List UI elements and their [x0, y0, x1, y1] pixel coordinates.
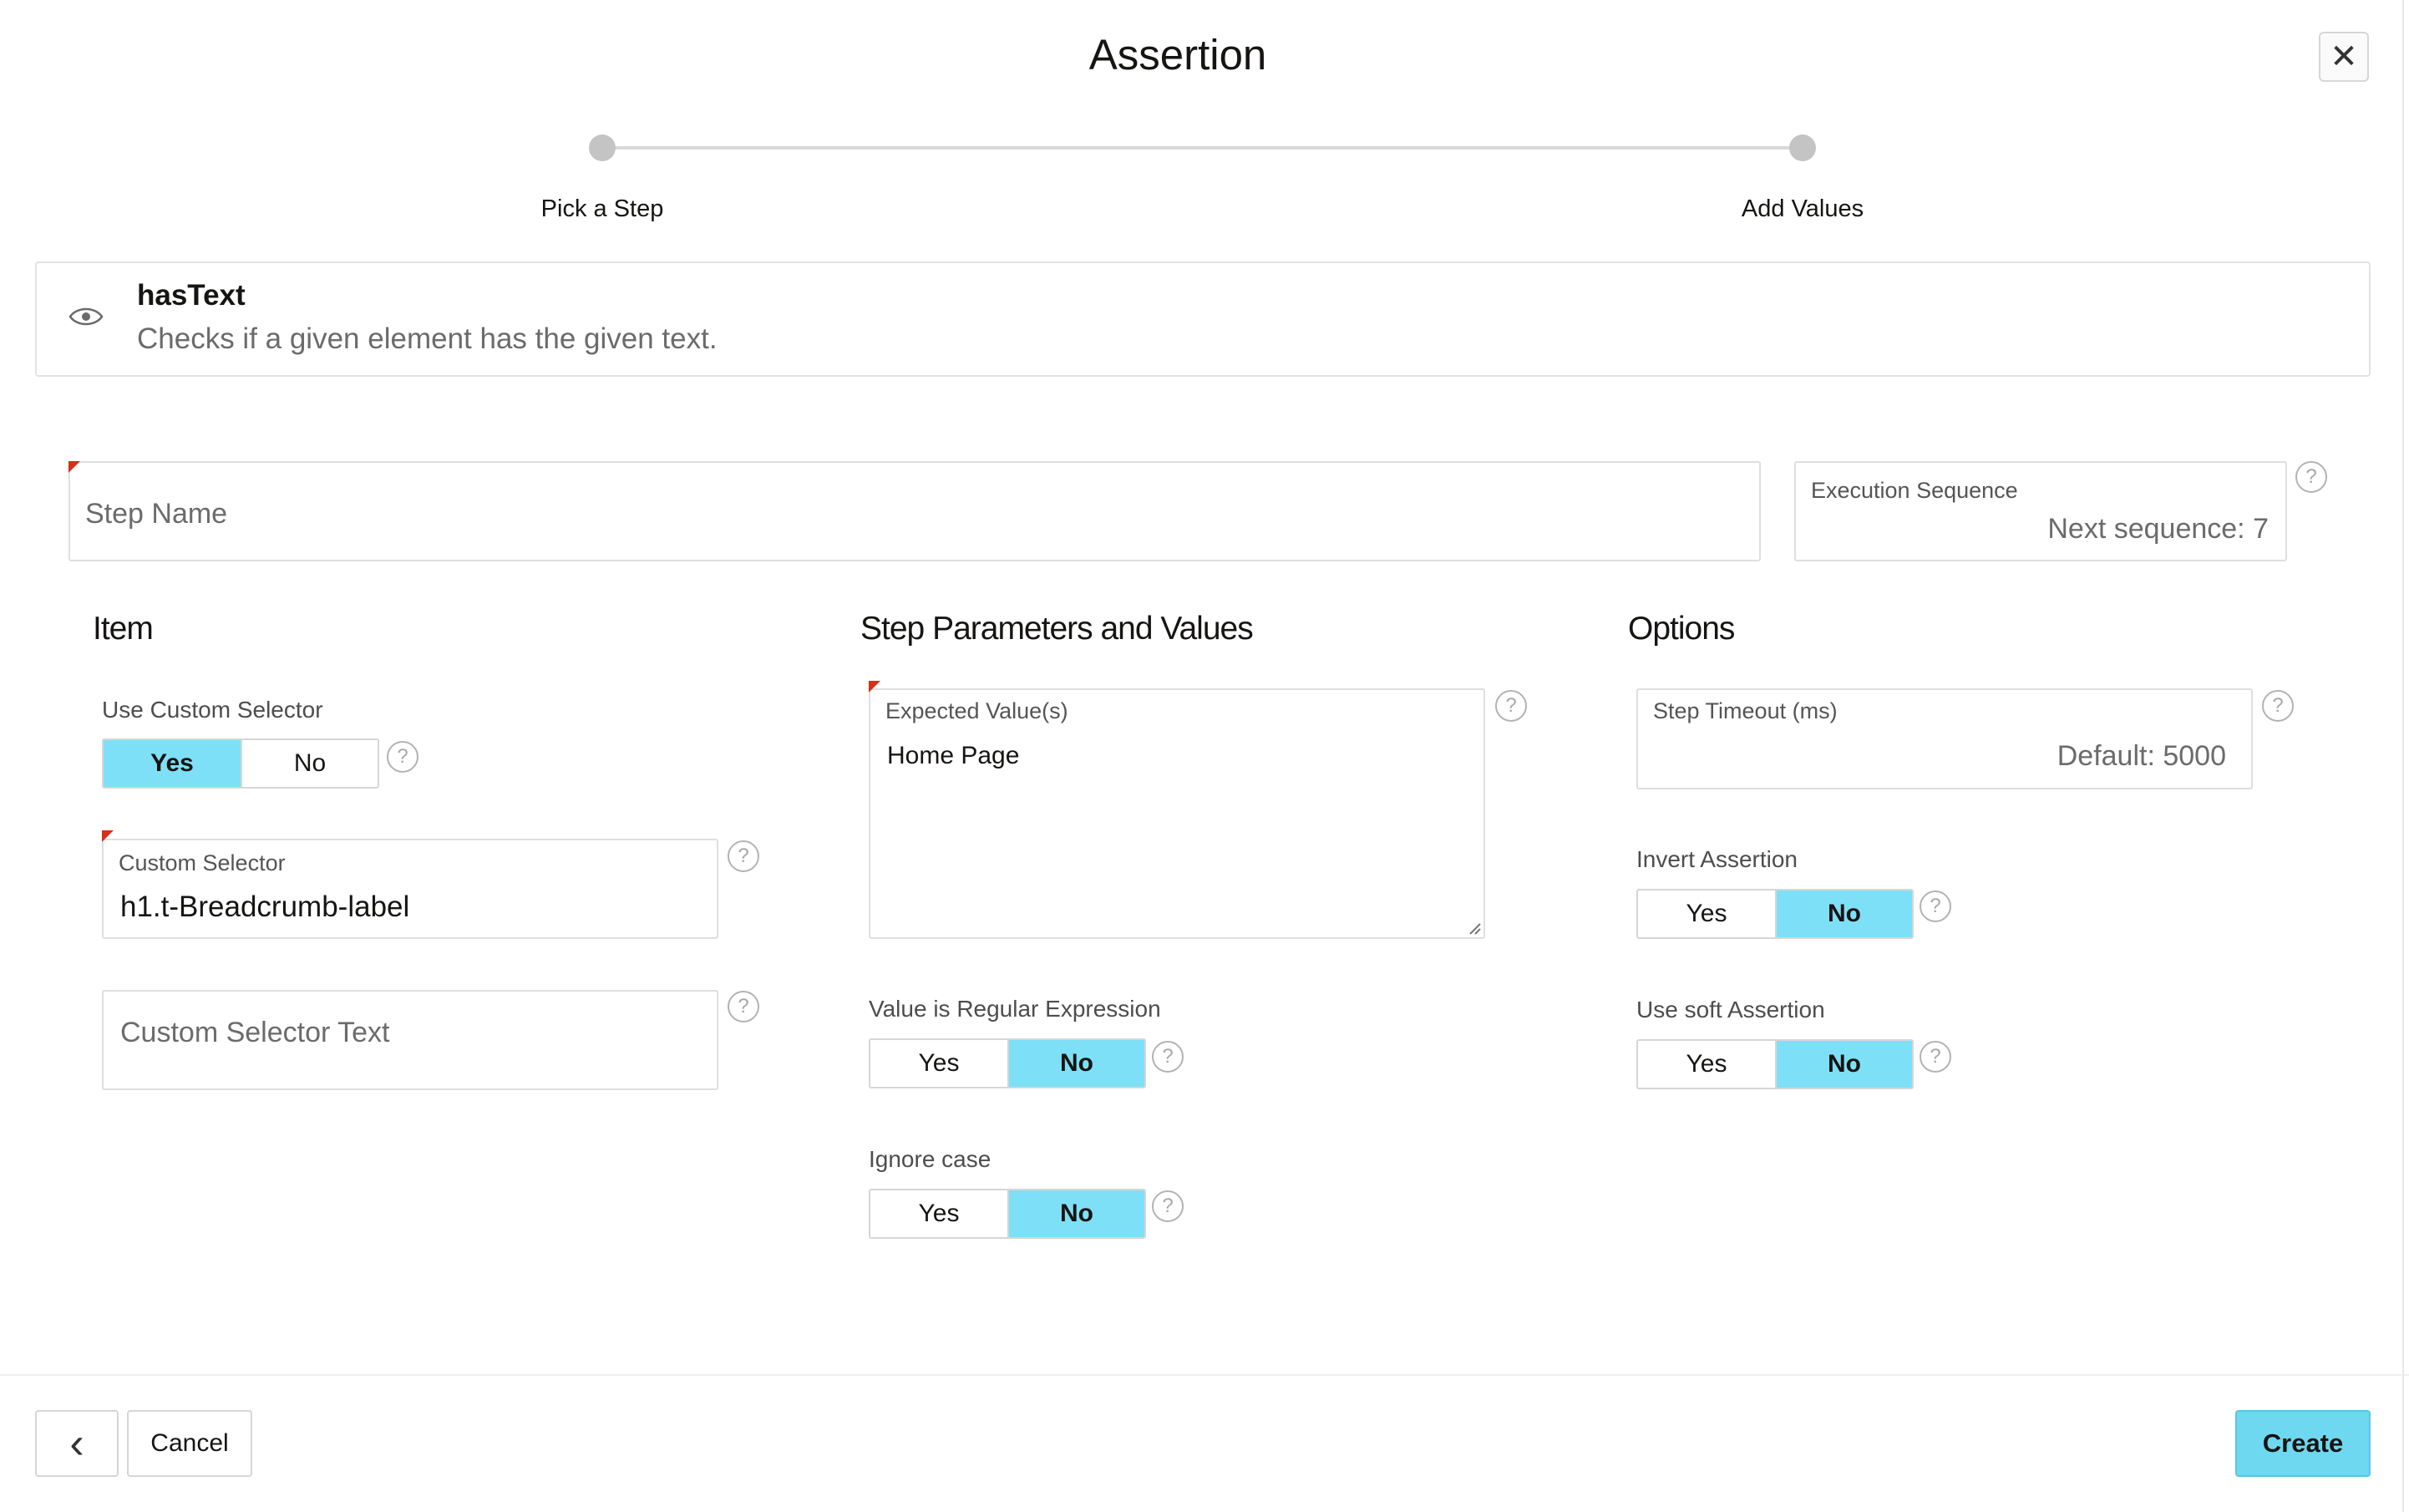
- use-custom-selector-no[interactable]: No: [241, 740, 378, 787]
- eye-icon[interactable]: [68, 304, 104, 329]
- expected-values-value: Home Page: [887, 742, 1020, 769]
- custom-selector-field[interactable]: Custom Selector h1.t-Breadcrumb-label: [102, 839, 718, 939]
- help-icon[interactable]: ?: [1495, 690, 1527, 722]
- help-icon[interactable]: ?: [1920, 1041, 1951, 1073]
- back-button[interactable]: ‹: [35, 1410, 119, 1477]
- invert-assertion-label: Invert Assertion: [1636, 846, 1798, 872]
- footer-divider: [0, 1374, 2409, 1376]
- section-item-heading: Item: [93, 611, 154, 647]
- custom-selector-text-placeholder: Custom Selector Text: [120, 1017, 390, 1048]
- execution-sequence-label: Execution Sequence: [1811, 478, 2018, 503]
- execution-sequence-value: Next sequence: 7: [2047, 513, 2269, 545]
- close-icon: ✕: [2330, 38, 2358, 75]
- required-marker: [68, 461, 80, 473]
- train-step-2-label[interactable]: Add Values: [1636, 195, 1970, 223]
- use-custom-selector-yes[interactable]: Yes: [104, 740, 241, 787]
- use-custom-selector-toggle[interactable]: Yes No: [102, 738, 379, 789]
- ignore-case-yes[interactable]: Yes: [870, 1190, 1007, 1237]
- ignore-case-toggle[interactable]: Yes No: [869, 1189, 1146, 1239]
- section-options-heading: Options: [1628, 611, 1735, 647]
- invert-assertion-no[interactable]: No: [1775, 890, 1912, 937]
- help-icon[interactable]: ?: [2295, 461, 2327, 493]
- value-is-regex-no[interactable]: No: [1007, 1040, 1144, 1087]
- train-step-2-dot[interactable]: [1789, 134, 1816, 161]
- train-step-1-label[interactable]: Pick a Step: [435, 195, 769, 223]
- step-type-description: Checks if a given element has the given …: [137, 322, 718, 355]
- close-button[interactable]: ✕: [2319, 32, 2369, 82]
- train-step-1-dot[interactable]: [589, 134, 616, 161]
- step-timeout-value: Default: 5000: [2057, 740, 2226, 772]
- step-type-title: hasText: [137, 279, 246, 312]
- step-info-card: [35, 261, 2371, 377]
- help-icon[interactable]: ?: [1920, 890, 1951, 922]
- invert-assertion-yes[interactable]: Yes: [1638, 890, 1775, 937]
- cancel-button[interactable]: Cancel: [127, 1410, 252, 1477]
- custom-selector-label: Custom Selector: [119, 850, 286, 875]
- required-marker: [869, 681, 880, 693]
- train-connector: [601, 146, 1803, 150]
- custom-selector-text-field[interactable]: Custom Selector Text: [102, 990, 718, 1090]
- value-is-regex-toggle[interactable]: Yes No: [869, 1038, 1146, 1088]
- soft-assertion-toggle[interactable]: Yes No: [1636, 1039, 1914, 1089]
- help-icon[interactable]: ?: [2262, 690, 2294, 722]
- help-icon[interactable]: ?: [728, 991, 759, 1022]
- step-name-field[interactable]: Step Name: [68, 461, 1761, 561]
- ignore-case-no[interactable]: No: [1007, 1190, 1144, 1237]
- expected-values-textarea[interactable]: Expected Value(s) Home Page: [869, 688, 1485, 939]
- ignore-case-label: Ignore case: [869, 1146, 991, 1172]
- chevron-left-icon: ‹: [69, 1419, 84, 1468]
- soft-assertion-label: Use soft Assertion: [1636, 997, 1825, 1022]
- value-is-regex-label: Value is Regular Expression: [869, 996, 1161, 1022]
- help-icon[interactable]: ?: [1152, 1190, 1184, 1222]
- soft-assertion-yes[interactable]: Yes: [1638, 1041, 1775, 1088]
- step-name-placeholder: Step Name: [85, 498, 228, 530]
- use-custom-selector-label: Use Custom Selector: [102, 697, 323, 723]
- custom-selector-value: h1.t-Breadcrumb-label: [120, 890, 410, 923]
- help-icon[interactable]: ?: [387, 741, 418, 773]
- help-icon[interactable]: ?: [1152, 1041, 1184, 1073]
- soft-assertion-no[interactable]: No: [1775, 1041, 1912, 1088]
- resize-grip-icon[interactable]: [1467, 921, 1482, 936]
- window-edge: [2402, 0, 2404, 1512]
- required-marker: [102, 830, 114, 842]
- value-is-regex-yes[interactable]: Yes: [870, 1040, 1007, 1087]
- section-params-heading: Step Parameters and Values: [860, 611, 1254, 647]
- expected-values-label: Expected Value(s): [885, 698, 1068, 723]
- help-icon[interactable]: ?: [728, 840, 759, 872]
- create-button[interactable]: Create: [2235, 1410, 2371, 1477]
- step-timeout-label: Step Timeout (ms): [1653, 698, 1838, 723]
- step-timeout-field[interactable]: Step Timeout (ms) Default: 5000: [1636, 688, 2253, 789]
- execution-sequence-field[interactable]: Execution Sequence Next sequence: 7: [1794, 461, 2287, 561]
- invert-assertion-toggle[interactable]: Yes No: [1636, 889, 1914, 939]
- dialog-title: Assertion: [1088, 31, 1267, 79]
